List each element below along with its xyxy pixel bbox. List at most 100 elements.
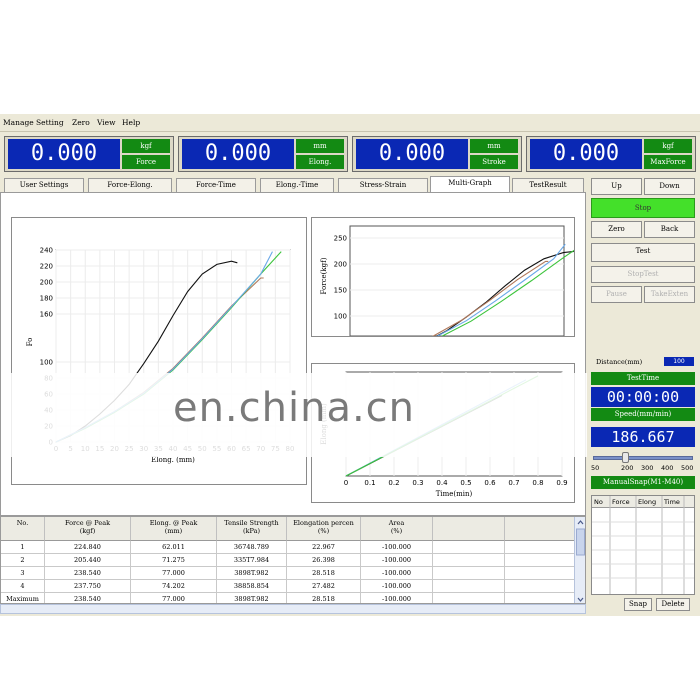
table-cell: -100.000 bbox=[361, 554, 433, 567]
table-cell-empty bbox=[433, 567, 505, 580]
menu-manage[interactable]: Manage bbox=[3, 118, 34, 127]
table-cell: 224.840 bbox=[45, 541, 131, 554]
slider-tick-200: 200 bbox=[621, 464, 634, 472]
col-header-empty-1 bbox=[433, 517, 505, 541]
table-cell: 1 bbox=[1, 541, 45, 554]
table-cell: 28.518 bbox=[287, 567, 361, 580]
stroke-unit[interactable]: mm bbox=[470, 139, 518, 153]
distance-input[interactable]: 100 bbox=[664, 357, 694, 366]
table-cell: 22.967 bbox=[287, 541, 361, 554]
tab-force-time[interactable]: Force-Time bbox=[176, 178, 256, 192]
testtime-value: 00:00:00 bbox=[591, 387, 695, 407]
table-cell: 205.440 bbox=[45, 554, 131, 567]
force-value: 0.000 bbox=[8, 139, 120, 169]
tab-multi-graph[interactable]: Multi-Graph bbox=[430, 176, 510, 193]
table-cell-empty bbox=[505, 567, 577, 580]
table-cell-empty bbox=[433, 593, 505, 603]
tab-user-settings[interactable]: User Settings bbox=[4, 178, 84, 192]
force-time-chart: 250 200 150 100 Force(kgf) bbox=[311, 217, 591, 369]
x-axis-label: Elong. (mm) bbox=[151, 456, 195, 464]
col-header-empty-2 bbox=[505, 517, 577, 541]
watermark-text: en.china.cn bbox=[172, 385, 416, 431]
y-axis-label: Force(kgf) bbox=[320, 257, 328, 294]
slider-track bbox=[593, 456, 693, 460]
table-cell: 71.275 bbox=[131, 554, 217, 567]
table-cell: Maximum bbox=[1, 593, 45, 603]
delete-button[interactable]: Delete bbox=[656, 598, 690, 611]
table-cell: 237.750 bbox=[45, 580, 131, 593]
x-axis-label: Time(min) bbox=[436, 490, 473, 498]
table-cell: 62.011 bbox=[131, 541, 217, 554]
table-cell-empty bbox=[505, 580, 577, 593]
table-cell: 3898T.982 bbox=[217, 593, 287, 603]
distance-label: Distance(mm) bbox=[596, 358, 643, 366]
y-tick-label: 200 bbox=[334, 261, 347, 269]
stoptest-button[interactable]: StopTest bbox=[591, 266, 695, 283]
y-tick-label: 220 bbox=[40, 263, 53, 271]
y-tick-label: 100 bbox=[40, 359, 53, 367]
table-cell: 3898T.982 bbox=[217, 567, 287, 580]
slider-thumb[interactable] bbox=[621, 452, 629, 463]
table-cell: 38858.854 bbox=[217, 580, 287, 593]
table-cell: 27.482 bbox=[287, 580, 361, 593]
menu-setting[interactable]: Setting bbox=[36, 118, 64, 127]
table-scrollbar[interactable] bbox=[574, 517, 585, 603]
table-cell-empty bbox=[433, 580, 505, 593]
table-cell: 77.000 bbox=[131, 593, 217, 603]
stop-button[interactable]: Stop bbox=[591, 198, 695, 218]
elong-unit[interactable]: mm bbox=[296, 139, 344, 153]
up-button[interactable]: Up bbox=[591, 178, 642, 195]
test-button[interactable]: Test bbox=[591, 243, 695, 262]
maxforce-label: MaxForce bbox=[644, 155, 692, 169]
menu-help[interactable]: Help bbox=[122, 118, 140, 127]
table-cell: -100.000 bbox=[361, 541, 433, 554]
stroke-label: Stroke bbox=[470, 155, 518, 169]
table-cell: -100.000 bbox=[361, 567, 433, 580]
table-cell-empty bbox=[505, 593, 577, 603]
menu-zero[interactable]: Zero bbox=[72, 118, 90, 127]
x-tick-label: 0 bbox=[344, 479, 348, 487]
y-tick-label: 160 bbox=[40, 311, 53, 319]
manualsnap-label: ManualSnap(M1-M40) bbox=[591, 476, 695, 489]
force-readout: 0.000 kgf Force bbox=[4, 136, 174, 172]
table-cell-empty bbox=[433, 554, 505, 567]
x-tick-label: 0.1 bbox=[364, 479, 375, 487]
x-tick-label: 0.4 bbox=[436, 479, 448, 487]
maxforce-readout: 0.000 kgf MaxForce bbox=[526, 136, 696, 172]
maxforce-unit[interactable]: kgf bbox=[644, 139, 692, 153]
table-cell-empty bbox=[505, 541, 577, 554]
menu-view[interactable]: View bbox=[97, 118, 116, 127]
snap-table: No Force Elong Time bbox=[591, 495, 695, 595]
stroke-value: 0.000 bbox=[356, 139, 468, 169]
tab-force-elong[interactable]: Force-Elong. bbox=[88, 178, 172, 192]
back-button[interactable]: Back bbox=[644, 221, 695, 238]
slider-tick-500: 500 bbox=[681, 464, 694, 472]
table-cell: 3 bbox=[1, 567, 45, 580]
x-tick-label: 0.8 bbox=[532, 479, 543, 487]
force-unit[interactable]: kgf bbox=[122, 139, 170, 153]
watermark-band: en.china.cn bbox=[1, 373, 587, 457]
takeexten-button[interactable]: TakeExten bbox=[644, 286, 695, 303]
zero-button[interactable]: Zero bbox=[591, 221, 642, 238]
table-cell-empty bbox=[433, 541, 505, 554]
down-button[interactable]: Down bbox=[644, 178, 695, 195]
slider-ticks: 50 200 300 400 500 bbox=[591, 464, 695, 473]
snap-button[interactable]: Snap bbox=[624, 598, 652, 611]
table-cell: 74.202 bbox=[131, 580, 217, 593]
application-window: Manage Setting Zero View Help 0.000 kgf … bbox=[0, 114, 700, 616]
tab-stress-strain[interactable]: Stress-Strain bbox=[338, 178, 428, 192]
tab-elong-time[interactable]: Elong.-Time bbox=[260, 178, 334, 192]
y-tick-label: 240 bbox=[40, 247, 53, 255]
table-hscrollbar[interactable] bbox=[0, 604, 586, 614]
results-table: No. Force @ Peak (kgf) Elong. @ Peak (mm… bbox=[0, 516, 586, 604]
snap-grid bbox=[592, 496, 694, 594]
pause-button[interactable]: Pause bbox=[591, 286, 642, 303]
slider-tick-400: 400 bbox=[661, 464, 674, 472]
y-axis-label: Fo bbox=[26, 338, 34, 347]
table-cell: 28.518 bbox=[287, 593, 361, 603]
y-tick-label: 100 bbox=[334, 313, 347, 321]
x-tick-label: 0.3 bbox=[412, 479, 423, 487]
tab-test-result[interactable]: TestResult bbox=[512, 178, 584, 192]
col-header-no: No. bbox=[1, 517, 45, 541]
elong-value: 0.000 bbox=[182, 139, 294, 169]
